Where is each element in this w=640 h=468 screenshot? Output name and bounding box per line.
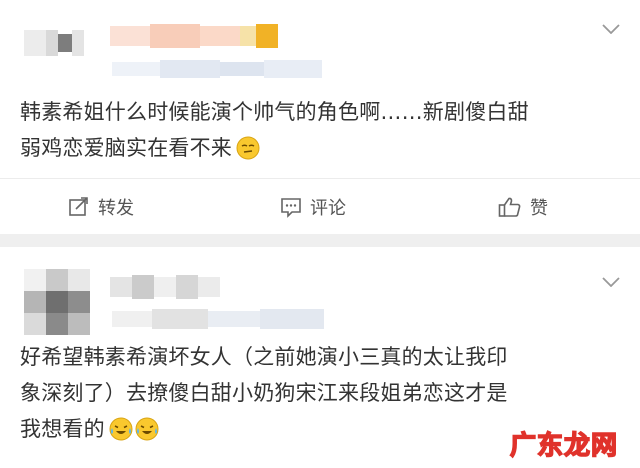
avatar-blurred[interactable] xyxy=(24,24,84,62)
post-card-1: 韩素希姐什么时候能演个帅气的角色啊……新剧傻白甜 弱鸡恋爱脑实在看不来 转发 评… xyxy=(0,0,640,234)
post-body-line-2: 弱鸡恋爱脑实在看不来 xyxy=(20,130,620,171)
username-blurred[interactable] xyxy=(110,22,285,50)
repost-icon xyxy=(69,197,88,216)
post-meta-blurred xyxy=(112,309,324,329)
username-blurred[interactable] xyxy=(110,275,220,299)
smirk-emoji-icon xyxy=(236,135,260,171)
repost-button[interactable]: 转发 xyxy=(68,179,134,235)
like-button[interactable]: 赞 xyxy=(498,179,548,235)
post-body-line-1: 好希望韩素希演坏女人（之前她演小三真的太让我印 xyxy=(20,345,508,369)
chevron-down-icon[interactable] xyxy=(602,24,620,34)
post-body-line-1: 韩素希姐什么时候能演个帅气的角色啊……新剧傻白甜 xyxy=(20,100,529,124)
post-body-line-2: 象深刻了）去撩傻白甜小奶狗宋江来段姐弟恋这才是 xyxy=(20,381,508,405)
comment-icon xyxy=(281,198,301,218)
comment-label: 评论 xyxy=(310,198,346,219)
post-actions-bar: 转发 评论 赞 xyxy=(0,178,640,235)
avatar-blurred[interactable] xyxy=(24,269,90,337)
laugh-cry-emoji-icon xyxy=(109,416,133,452)
post-meta-blurred xyxy=(112,60,322,78)
thumbs-up-icon xyxy=(498,197,521,217)
site-watermark: 广东龙网 xyxy=(509,430,618,462)
post-divider xyxy=(0,234,640,247)
repost-label: 转发 xyxy=(98,198,134,219)
comment-button[interactable]: 评论 xyxy=(280,179,346,235)
post-body: 韩素希姐什么时候能演个帅气的角色啊……新剧傻白甜 弱鸡恋爱脑实在看不来 xyxy=(20,94,620,171)
chevron-down-icon[interactable] xyxy=(602,277,620,287)
like-label: 赞 xyxy=(530,198,548,219)
laugh-cry-emoji-icon xyxy=(135,416,159,452)
